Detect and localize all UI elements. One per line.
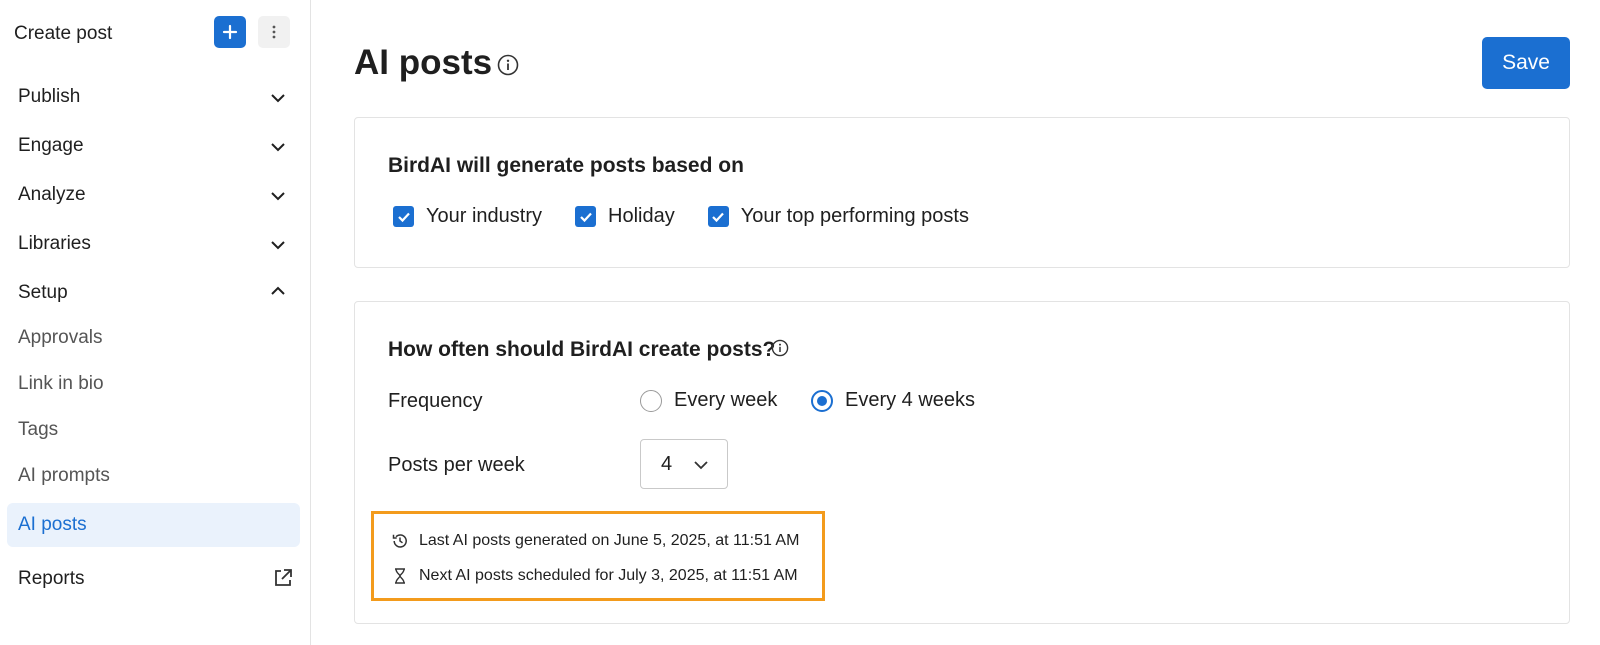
chevron-down-icon — [271, 94, 285, 103]
radio-button[interactable] — [640, 389, 662, 412]
sidebar-item-tags[interactable]: Tags — [18, 419, 58, 441]
check-icon — [579, 212, 592, 222]
sidebar-item-label: Reports — [18, 568, 85, 589]
sidebar-item-link-in-bio[interactable]: Link in bio — [18, 373, 104, 395]
checkbox-label: Your top performing posts — [740, 205, 969, 227]
schedule-info-box: Last AI posts generated on June 5, 2025,… — [371, 511, 825, 601]
checkbox-label: Holiday — [608, 205, 675, 227]
card-heading: BirdAI will generate posts based on — [388, 154, 744, 177]
checkbox-top-performing-posts[interactable]: Your top performing posts — [707, 205, 969, 228]
nav-group-publish[interactable]: Publish — [18, 82, 288, 112]
radio-every-4-weeks[interactable]: Every 4 weeks — [811, 389, 975, 412]
sidebar-item-ai-posts[interactable]: AI posts — [7, 503, 300, 547]
page-title: AI posts — [354, 43, 493, 82]
create-post-button[interactable] — [214, 16, 246, 48]
info-icon[interactable] — [771, 339, 789, 357]
checkbox-box[interactable] — [707, 206, 729, 227]
create-post-label: Create post — [14, 23, 113, 44]
sidebar: Create post Publish Engage Analyze Libra… — [0, 0, 311, 645]
nav-group-label: Analyze — [18, 184, 86, 205]
card-heading: How often should BirdAI create posts? — [388, 338, 776, 361]
chevron-down-icon — [271, 241, 285, 250]
checkbox-box[interactable] — [393, 206, 414, 227]
chevron-down-icon — [694, 461, 708, 470]
check-icon — [397, 212, 410, 222]
more-options-button[interactable] — [258, 16, 290, 48]
nav-group-label: Libraries — [18, 233, 91, 254]
frequency-card: How often should BirdAI create posts? Fr… — [354, 301, 1570, 624]
nav-group-label: Setup — [18, 282, 68, 303]
save-button[interactable]: Save — [1482, 37, 1570, 89]
nav-group-libraries[interactable]: Libraries — [18, 229, 288, 259]
more-vertical-icon — [272, 25, 276, 39]
nav-group-setup[interactable]: Setup — [18, 278, 288, 308]
next-scheduled-line: Next AI posts scheduled for July 3, 2025… — [391, 567, 798, 585]
sidebar-item-label: AI posts — [18, 514, 87, 535]
checkbox-group: Your industry Holiday Your top performin… — [393, 205, 1002, 228]
checkbox-your-industry[interactable]: Your industry — [393, 205, 542, 228]
chevron-down-icon — [271, 143, 285, 152]
next-scheduled-text: Next AI posts scheduled for July 3, 2025… — [419, 567, 798, 584]
sidebar-item-ai-prompts[interactable]: AI prompts — [18, 465, 110, 487]
frequency-label: Frequency — [388, 390, 483, 412]
history-icon — [392, 534, 407, 548]
nav-group-label: Publish — [18, 86, 81, 107]
plus-icon — [222, 24, 238, 40]
chevron-up-icon — [271, 286, 285, 295]
last-generated-text: Last AI posts generated on June 5, 2025,… — [419, 532, 800, 549]
nav-group-analyze[interactable]: Analyze — [18, 180, 288, 210]
checkbox-box[interactable] — [575, 206, 596, 227]
info-icon[interactable] — [497, 54, 519, 76]
posts-per-week-select[interactable]: 4 — [640, 439, 728, 489]
radio-label: Every 4 weeks — [845, 389, 976, 411]
nav-group-engage[interactable]: Engage — [18, 131, 288, 161]
nav-group-label: Engage — [18, 135, 84, 156]
radio-label: Every week — [674, 389, 778, 411]
hourglass-icon — [395, 568, 405, 584]
checkbox-holiday[interactable]: Holiday — [575, 205, 675, 228]
sidebar-item-approvals[interactable]: Approvals — [18, 327, 103, 349]
radio-every-week[interactable]: Every week — [640, 389, 777, 412]
sidebar-item-reports[interactable]: Reports — [18, 567, 294, 593]
radio-button[interactable] — [811, 389, 833, 412]
external-link-icon — [275, 569, 292, 586]
create-post-row: Create post — [14, 16, 294, 50]
select-value: 4 — [661, 453, 673, 475]
posts-per-week-label: Posts per week — [388, 454, 525, 476]
last-generated-line: Last AI posts generated on June 5, 2025,… — [391, 532, 799, 550]
checkbox-label: Your industry — [426, 205, 542, 227]
generation-sources-card: BirdAI will generate posts based on Your… — [354, 117, 1570, 268]
check-icon — [712, 212, 725, 222]
chevron-down-icon — [271, 192, 285, 201]
